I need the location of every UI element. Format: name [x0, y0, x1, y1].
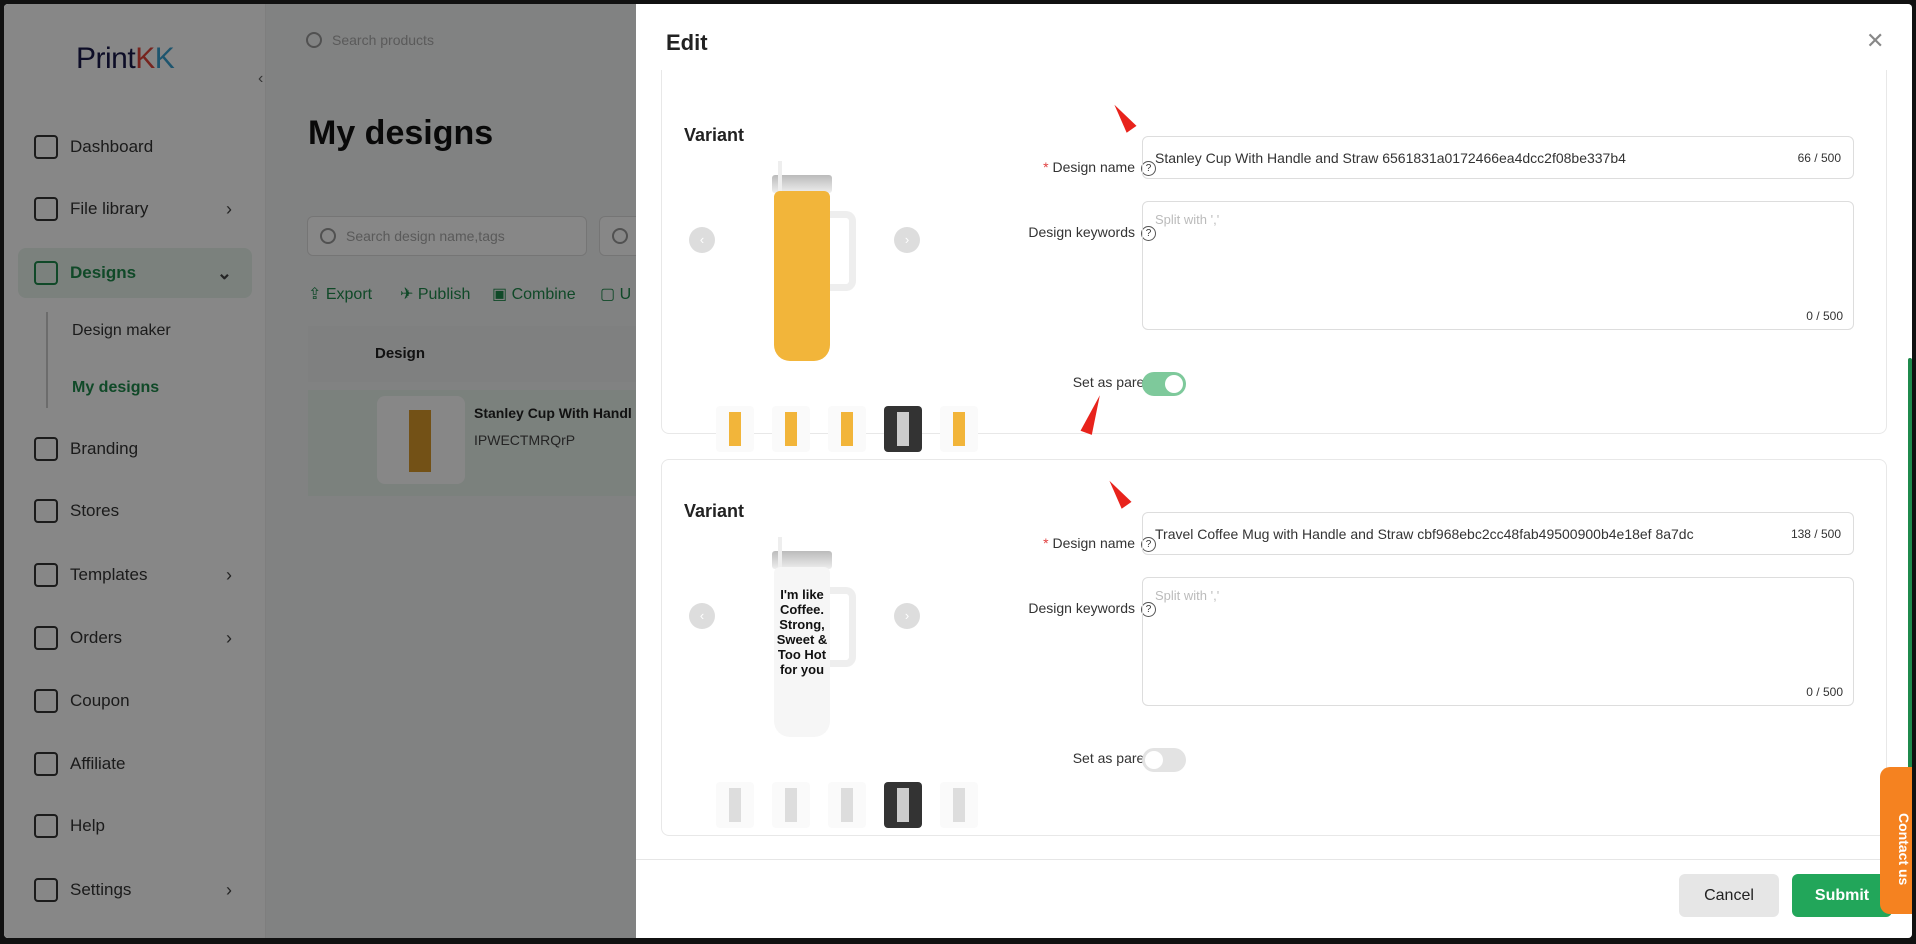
footer-divider — [636, 859, 1912, 860]
variant-title: Variant — [684, 501, 745, 521]
thumbnail[interactable] — [828, 406, 866, 452]
set-as-parent-toggle[interactable] — [1142, 372, 1186, 396]
thumbnail[interactable] — [772, 782, 810, 828]
input-value: Travel Coffee Mug with Handle and Straw … — [1155, 525, 1694, 542]
modal-title: Edit — [666, 30, 708, 55]
cup-print-text: I'm like Coffee. Strong, Sweet & Too Hot… — [776, 587, 828, 677]
cup-handle — [830, 211, 856, 291]
variant-title: Variant — [684, 125, 745, 145]
thumbnail[interactable] — [884, 406, 922, 452]
thumbnail[interactable] — [940, 782, 978, 828]
close-icon[interactable]: ✕ — [1866, 28, 1884, 54]
design-name-input[interactable]: Stanley Cup With Handle and Straw 656183… — [1142, 136, 1854, 179]
label-text: Design name — [1052, 159, 1136, 175]
app-window: PrintKK ‹ Dashboard File library › Designs ⌄… — [4, 4, 1912, 938]
thumbnail[interactable] — [716, 782, 754, 828]
contact-label: Contact us — [1896, 813, 1912, 886]
char-count: 138 / 500 — [1790, 526, 1841, 541]
design-keywords-label: Design keywords? — [956, 600, 1156, 617]
design-name-label: * Design name? — [956, 159, 1156, 176]
thumbnail[interactable] — [884, 782, 922, 828]
design-name-label: * Design name? — [956, 535, 1156, 552]
design-keywords-label: Design keywords? — [956, 224, 1156, 241]
char-count: 0 / 500 — [1806, 309, 1843, 323]
cancel-button[interactable]: Cancel — [1679, 874, 1779, 917]
thumbnail[interactable] — [772, 406, 810, 452]
next-image-button[interactable]: › — [894, 603, 920, 629]
product-image — [774, 161, 830, 361]
variant-card: Variant ‹ › * Design name? Stanley Cup W… — [661, 70, 1887, 452]
contact-us-tab[interactable]: Contact us — [1880, 767, 1912, 914]
thumbnail[interactable] — [940, 406, 978, 452]
input-value: Stanley Cup With Handle and Straw 656183… — [1155, 149, 1626, 166]
design-keywords-textarea[interactable]: Split with ',' 0 / 500 — [1142, 201, 1854, 330]
placeholder: Split with ',' — [1155, 588, 1220, 603]
label-text: Design keywords — [1028, 224, 1135, 240]
prev-image-button[interactable]: ‹ — [689, 227, 715, 253]
thumbnail[interactable] — [828, 782, 866, 828]
char-count: 66 / 500 — [1797, 150, 1841, 165]
annotation-arrow — [1104, 477, 1132, 509]
variant-card: Variant I'm like Coffee. Strong, Sweet &… — [661, 459, 1887, 836]
thumbnail[interactable] — [716, 406, 754, 452]
annotation-arrow — [1080, 393, 1106, 435]
label-text: Design keywords — [1028, 600, 1135, 616]
placeholder: Split with ',' — [1155, 212, 1220, 227]
set-as-parent-toggle[interactable] — [1142, 748, 1186, 772]
cup-handle — [830, 587, 856, 667]
submit-button[interactable]: Submit — [1792, 874, 1892, 917]
design-name-input[interactable]: Travel Coffee Mug with Handle and Straw … — [1142, 512, 1854, 555]
prev-image-button[interactable]: ‹ — [689, 603, 715, 629]
char-count: 0 / 500 — [1806, 685, 1843, 699]
set-as-parent-label: Set as parent — [1072, 750, 1156, 766]
next-image-button[interactable]: › — [894, 227, 920, 253]
modal-body: Variant ‹ › * Design name? Stanley Cup W… — [636, 70, 1912, 858]
edit-modal: Edit ✕ Variant ‹ › * Design name? Stanle… — [636, 4, 1912, 938]
annotation-arrow — [1109, 101, 1137, 133]
design-keywords-textarea[interactable]: Split with ',' 0 / 500 — [1142, 577, 1854, 706]
set-as-parent-label: Set as parent — [1072, 374, 1156, 390]
scrollbar[interactable] — [1908, 358, 1912, 774]
label-text: Design name — [1052, 535, 1136, 551]
product-image: I'm like Coffee. Strong, Sweet & Too Hot… — [774, 537, 830, 737]
